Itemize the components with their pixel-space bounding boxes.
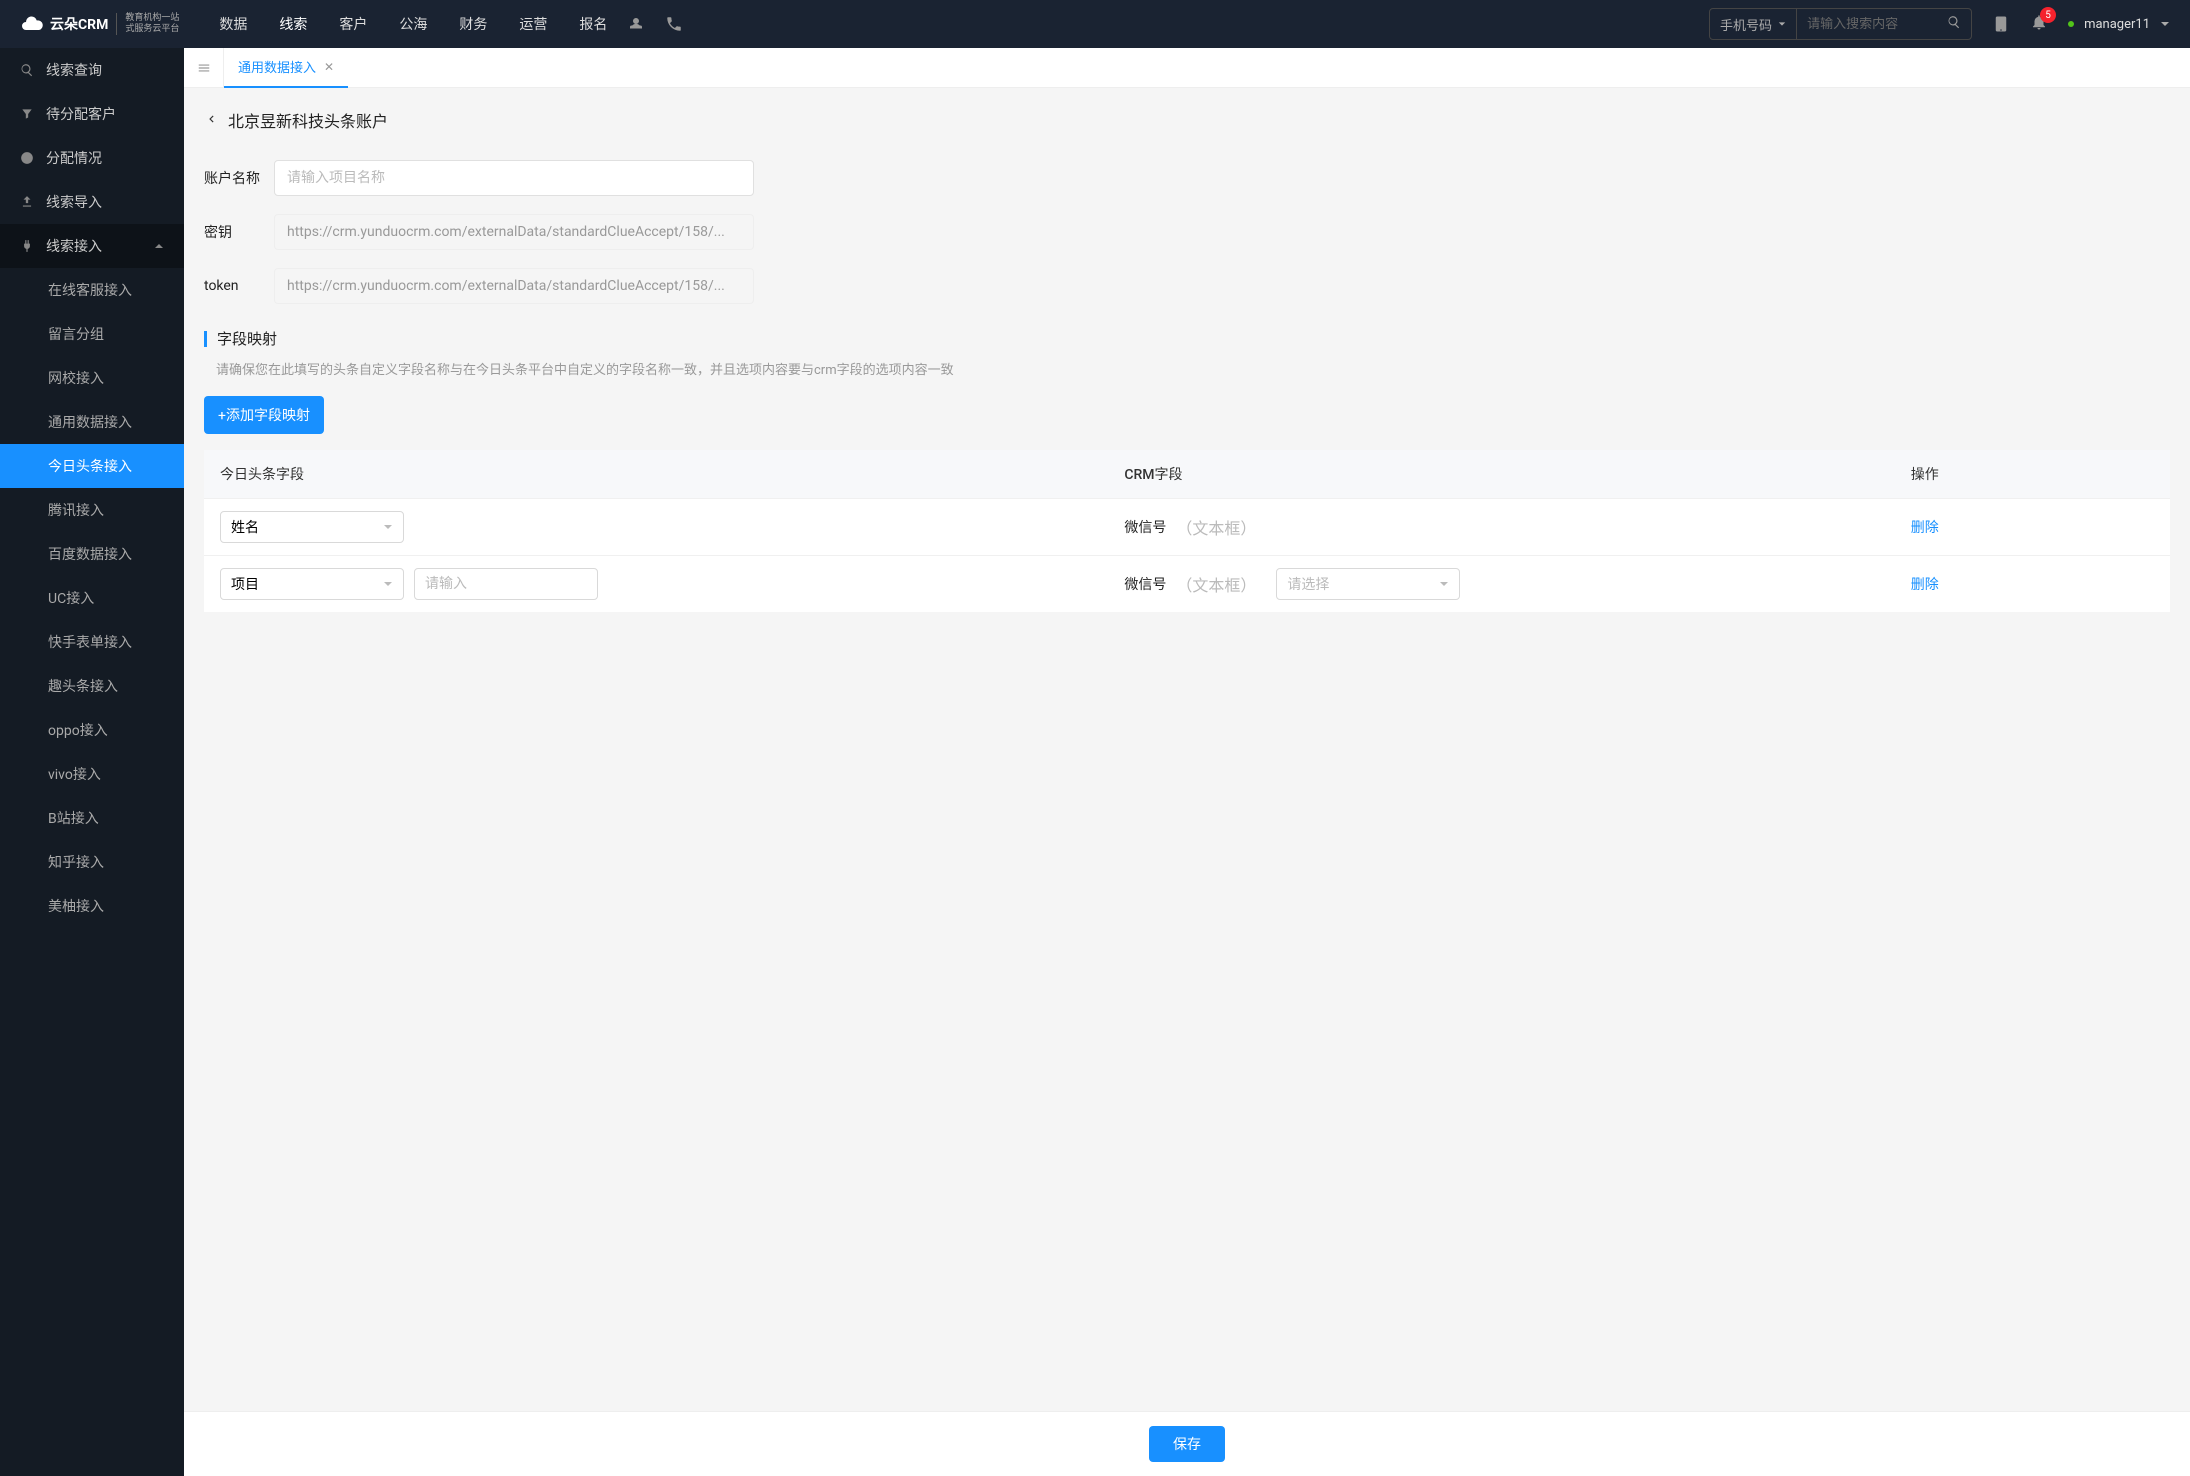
user-name: manager11 bbox=[2084, 17, 2150, 32]
main: 通用数据接入 ✕ 北京昱新科技头条账户 账户名称 密钥 bbox=[184, 48, 2190, 1476]
chevron-down-icon bbox=[383, 522, 393, 532]
col-action: 操作 bbox=[1895, 450, 2170, 499]
crm-field-select[interactable]: 请选择 bbox=[1276, 568, 1460, 600]
clock-icon bbox=[20, 151, 34, 165]
crm-field-hint: （文本框） bbox=[1176, 515, 1256, 539]
header: 云朵CRM 教育机构一站 式服务云平台 数据线索客户公海财务运营报名 手机号码 bbox=[0, 0, 2190, 48]
sidebar: 线索查询待分配客户分配情况线索导入线索接入在线客服接入留言分组网校接入通用数据接… bbox=[0, 48, 184, 1476]
sidebar-sub-1[interactable]: 留言分组 bbox=[0, 312, 184, 356]
sidebar-item-4[interactable]: 线索接入 bbox=[0, 224, 184, 268]
save-button[interactable]: 保存 bbox=[1149, 1426, 1225, 1462]
chevron-down-icon bbox=[383, 579, 393, 589]
search-type-select[interactable]: 手机号码 bbox=[1710, 9, 1797, 39]
import-icon bbox=[20, 195, 34, 209]
tabs-bar: 通用数据接入 ✕ bbox=[184, 48, 2190, 88]
table-row: 项目 微信号 （文本框） 请选择 删除 bbox=[204, 556, 2170, 613]
crm-field-label: 微信号 bbox=[1124, 517, 1166, 537]
sidebar-sub-5[interactable]: 腾讯接入 bbox=[0, 488, 184, 532]
add-mapping-button[interactable]: +添加字段映射 bbox=[204, 396, 324, 434]
chevron-down-icon bbox=[2160, 19, 2170, 29]
notifications[interactable]: 5 bbox=[2030, 13, 2048, 35]
toutiao-field-select[interactable]: 项目 bbox=[220, 568, 404, 600]
sidebar-sub-12[interactable]: B站接入 bbox=[0, 796, 184, 840]
mobile-icon[interactable] bbox=[1992, 15, 2010, 33]
search-box: 手机号码 bbox=[1709, 8, 1972, 40]
chevron-left-icon bbox=[204, 112, 218, 126]
tabs-menu-button[interactable] bbox=[184, 48, 224, 88]
table-row: 姓名 微信号 （文本框） 删除 bbox=[204, 499, 2170, 556]
secret-label: 密钥 bbox=[204, 222, 274, 242]
sidebar-sub-10[interactable]: oppo接入 bbox=[0, 708, 184, 752]
brand-name: 云朵CRM bbox=[50, 14, 108, 34]
crm-field-hint: （文本框） bbox=[1176, 572, 1256, 596]
token-input[interactable] bbox=[274, 268, 754, 304]
tab-close-icon[interactable]: ✕ bbox=[324, 60, 334, 74]
back-button[interactable] bbox=[204, 111, 218, 130]
delete-button[interactable]: 删除 bbox=[1911, 517, 1939, 537]
chevron-down-icon bbox=[1778, 20, 1786, 28]
mapping-title: 字段映射 bbox=[217, 328, 277, 349]
chevron-down-icon bbox=[1439, 579, 1449, 589]
footer: 保存 bbox=[184, 1411, 2190, 1476]
plug-icon bbox=[20, 239, 34, 253]
toutiao-field-select[interactable]: 姓名 bbox=[220, 511, 404, 543]
section-bar-icon bbox=[204, 331, 207, 347]
token-label: token bbox=[204, 278, 274, 294]
mapping-table: 今日头条字段 CRM字段 操作 姓名微信号（文本框）删除项目微信号（文本框）请选… bbox=[204, 450, 2170, 612]
sidebar-sub-3[interactable]: 通用数据接入 bbox=[0, 400, 184, 444]
user-add-icon[interactable] bbox=[627, 15, 645, 33]
search-input[interactable] bbox=[1797, 17, 1937, 32]
sidebar-sub-0[interactable]: 在线客服接入 bbox=[0, 268, 184, 312]
phone-icon[interactable] bbox=[665, 15, 683, 33]
delete-button[interactable]: 删除 bbox=[1911, 574, 1939, 594]
mapping-desc: 请确保您在此填写的头条自定义字段名称与在今日头条平台中自定义的字段名称一致，并且… bbox=[216, 359, 2170, 378]
col-toutiao: 今日头条字段 bbox=[204, 450, 1108, 499]
account-name-input[interactable] bbox=[274, 160, 754, 196]
sidebar-sub-4[interactable]: 今日头条接入 bbox=[0, 444, 184, 488]
nav-item-6[interactable]: 报名 bbox=[579, 0, 607, 48]
user-menu[interactable]: manager11 bbox=[2068, 17, 2170, 32]
sidebar-sub-2[interactable]: 网校接入 bbox=[0, 356, 184, 400]
account-name-label: 账户名称 bbox=[204, 168, 274, 188]
sidebar-sub-14[interactable]: 美柚接入 bbox=[0, 884, 184, 928]
filter-icon bbox=[20, 107, 34, 121]
sidebar-sub-13[interactable]: 知乎接入 bbox=[0, 840, 184, 884]
toutiao-extra-input[interactable] bbox=[414, 568, 598, 600]
menu-icon bbox=[197, 61, 211, 75]
col-crm: CRM字段 bbox=[1108, 450, 1894, 499]
nav-item-5[interactable]: 运营 bbox=[519, 0, 547, 48]
sidebar-sub-6[interactable]: 百度数据接入 bbox=[0, 532, 184, 576]
status-dot-icon bbox=[2068, 21, 2074, 27]
crm-field-label: 微信号 bbox=[1124, 574, 1166, 594]
top-nav: 数据线索客户公海财务运营报名 bbox=[219, 0, 607, 48]
nav-item-4[interactable]: 财务 bbox=[459, 0, 487, 48]
cloud-icon bbox=[20, 12, 44, 36]
chevron-up-icon bbox=[154, 241, 164, 251]
sidebar-item-2[interactable]: 分配情况 bbox=[0, 136, 184, 180]
nav-item-0[interactable]: 数据 bbox=[219, 0, 247, 48]
tab-general-data[interactable]: 通用数据接入 ✕ bbox=[224, 48, 348, 88]
sidebar-sub-11[interactable]: vivo接入 bbox=[0, 752, 184, 796]
sidebar-sub-7[interactable]: UC接入 bbox=[0, 576, 184, 620]
page-title: 北京昱新科技头条账户 bbox=[228, 108, 388, 132]
nav-item-1[interactable]: 线索 bbox=[279, 0, 307, 48]
secret-input[interactable] bbox=[274, 214, 754, 250]
nav-item-3[interactable]: 公海 bbox=[399, 0, 427, 48]
brand-tagline: 教育机构一站 式服务云平台 bbox=[116, 13, 179, 35]
search-icon bbox=[1947, 15, 1961, 29]
search-button[interactable] bbox=[1937, 15, 1971, 33]
sidebar-item-3[interactable]: 线索导入 bbox=[0, 180, 184, 224]
search-icon bbox=[20, 63, 34, 77]
sidebar-sub-8[interactable]: 快手表单接入 bbox=[0, 620, 184, 664]
sidebar-sub-9[interactable]: 趣头条接入 bbox=[0, 664, 184, 708]
sidebar-item-1[interactable]: 待分配客户 bbox=[0, 92, 184, 136]
logo: 云朵CRM 教育机构一站 式服务云平台 bbox=[20, 12, 179, 36]
nav-item-2[interactable]: 客户 bbox=[339, 0, 367, 48]
notification-badge: 5 bbox=[2040, 7, 2056, 23]
sidebar-item-0[interactable]: 线索查询 bbox=[0, 48, 184, 92]
